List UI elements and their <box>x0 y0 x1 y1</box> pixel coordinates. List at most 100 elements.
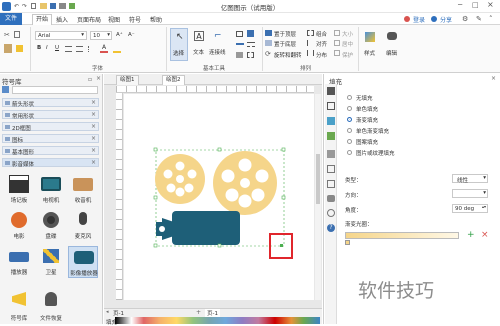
shape-video-player[interactable]: 影像播放器 <box>68 246 98 278</box>
vertical-scrollbar[interactable] <box>315 94 321 300</box>
shadow-tab-icon[interactable] <box>327 117 335 125</box>
menu-page-layout[interactable]: 页面布局 <box>77 15 101 24</box>
library-item[interactable]: 2D框图 × <box>2 122 99 132</box>
align-button[interactable]: 对齐 <box>316 40 327 48</box>
shape-file-recovery[interactable]: 文件恢复 <box>36 290 66 322</box>
image-tab-icon[interactable] <box>327 132 335 140</box>
bring-front-icon[interactable] <box>265 30 272 36</box>
edit-button[interactable]: 编辑 <box>384 29 400 61</box>
library-search-input[interactable] <box>12 86 98 94</box>
protect-button[interactable]: 保护 <box>342 51 353 59</box>
shape-satellite[interactable]: 卫星 <box>36 246 66 278</box>
close-icon[interactable]: × <box>91 111 96 118</box>
library-item[interactable]: 图标 × <box>2 134 99 144</box>
clipboard-paste-icon[interactable] <box>4 44 12 53</box>
tab-drawing-2[interactable]: 绘图2 <box>162 75 185 85</box>
scroll-thumb[interactable] <box>316 154 320 204</box>
font-size-select[interactable]: 10 ▾ <box>90 31 112 40</box>
menu-help[interactable]: 帮助 <box>150 15 162 24</box>
highlight-color-icon[interactable] <box>113 45 121 53</box>
shape-clapperboard[interactable]: 场记板 <box>4 174 34 206</box>
shrink-font-icon[interactable]: A⁻ <box>128 32 135 38</box>
shape-microphone[interactable]: 麦克风 <box>68 210 98 242</box>
underline-button[interactable]: U <box>55 45 59 51</box>
collapse-icon[interactable]: ˄ <box>489 15 493 23</box>
share-link[interactable]: 分享 <box>440 15 452 24</box>
rotate-icon[interactable]: ⟳ <box>265 50 271 58</box>
data-tab-icon[interactable] <box>327 180 335 188</box>
format-painter-icon[interactable] <box>16 45 23 52</box>
shadow-icon[interactable] <box>236 52 243 58</box>
direction-select[interactable]: ▾ <box>452 189 488 198</box>
page-nav-first-icon[interactable]: ◂ <box>106 309 109 315</box>
connector-tool[interactable]: ⌐ 连接线 <box>208 28 230 61</box>
close-icon[interactable]: × <box>91 99 96 106</box>
gradient-stop-bar[interactable] <box>345 232 459 239</box>
clipboard-cut-icon[interactable]: ✂ <box>4 31 10 39</box>
lock-icon[interactable] <box>334 50 340 56</box>
shape-player[interactable]: 播放器 <box>4 246 34 278</box>
radio-mono-gradient-fill[interactable] <box>347 128 352 133</box>
center-button[interactable]: 居中 <box>342 40 353 48</box>
page-selector[interactable]: 页-1 <box>113 309 124 317</box>
layers-tab-icon[interactable] <box>327 150 335 158</box>
radio-solid-fill[interactable] <box>347 106 352 111</box>
add-page-icon[interactable]: + <box>196 309 201 316</box>
line-tab-icon[interactable] <box>327 102 335 110</box>
close-icon[interactable]: × <box>487 0 494 9</box>
menu-insert[interactable]: 插入 <box>56 15 68 24</box>
grow-font-icon[interactable]: A⁺ <box>116 32 123 38</box>
maximize-icon[interactable]: □ <box>472 1 479 9</box>
select-tool[interactable]: ↖ 选择 <box>170 28 188 61</box>
fill-tab-icon[interactable] <box>327 87 335 95</box>
share-icon[interactable] <box>431 16 437 22</box>
minimize-icon[interactable]: ─ <box>458 1 462 9</box>
line-color-icon[interactable] <box>236 43 244 45</box>
fill-bucket-icon[interactable] <box>247 30 254 37</box>
gradient-stop-handle[interactable] <box>345 240 350 245</box>
center-icon[interactable] <box>334 40 340 46</box>
shape-tv[interactable]: 电视机 <box>36 174 66 206</box>
library-item-active[interactable]: 影音媒体 × <box>2 158 99 168</box>
library-item[interactable]: 箭头形状 × <box>2 98 99 108</box>
list-icon[interactable] <box>88 46 95 52</box>
library-item[interactable]: 常用形状 × <box>2 110 99 120</box>
align-icon[interactable] <box>307 40 314 46</box>
library-menu-icon[interactable] <box>2 86 9 93</box>
close-icon[interactable]: × <box>91 147 96 154</box>
user-icon[interactable] <box>404 16 410 22</box>
resize-handle-corner[interactable] <box>280 244 283 247</box>
library-item[interactable]: 基本图形 × <box>2 146 99 156</box>
group-icon[interactable] <box>307 30 314 36</box>
shape-megaphone[interactable]: 符号库 <box>4 290 34 322</box>
login-link[interactable]: 登录 <box>413 15 425 24</box>
text-tool[interactable]: A 文本 <box>191 28 207 61</box>
align-left-icon[interactable] <box>65 46 72 52</box>
tab-drawing-1[interactable]: 绘图1 <box>116 75 139 85</box>
font-color-icon[interactable]: A <box>100 45 108 53</box>
bold-button[interactable]: B <box>37 45 41 51</box>
menu-symbol[interactable]: 符号 <box>129 15 141 24</box>
add-stop-icon[interactable]: + <box>467 230 475 240</box>
color-palette[interactable] <box>115 317 320 324</box>
menu-view[interactable]: 视图 <box>108 15 120 24</box>
close-icon[interactable]: × <box>91 135 96 142</box>
settings-icon[interactable]: ⚙ <box>462 15 468 23</box>
distribute-button[interactable]: 分布 <box>316 51 327 59</box>
menu-file[interactable]: 文件 <box>0 13 22 25</box>
font-name-select[interactable]: Arial ▾ <box>35 31 87 40</box>
shape-radio[interactable]: 收音机 <box>68 174 98 206</box>
style-button[interactable]: 样式 <box>362 29 378 61</box>
type-select[interactable]: 线性 ▾ <box>452 174 488 184</box>
angle-input[interactable]: 90 deg ▴▾ <box>452 204 488 213</box>
history-tab-icon[interactable] <box>327 209 335 217</box>
radio-no-fill[interactable] <box>347 95 352 100</box>
send-back-icon[interactable] <box>265 40 272 46</box>
radio-gradient-fill[interactable] <box>347 117 352 122</box>
pages-tab-icon[interactable] <box>327 165 335 173</box>
rectangle-icon[interactable] <box>236 31 243 37</box>
close-icon[interactable]: × <box>91 123 96 130</box>
radio-texture-fill[interactable] <box>347 150 352 155</box>
page-tab[interactable]: 页-1 <box>205 309 220 317</box>
panel-close-icon[interactable]: × <box>491 75 496 82</box>
